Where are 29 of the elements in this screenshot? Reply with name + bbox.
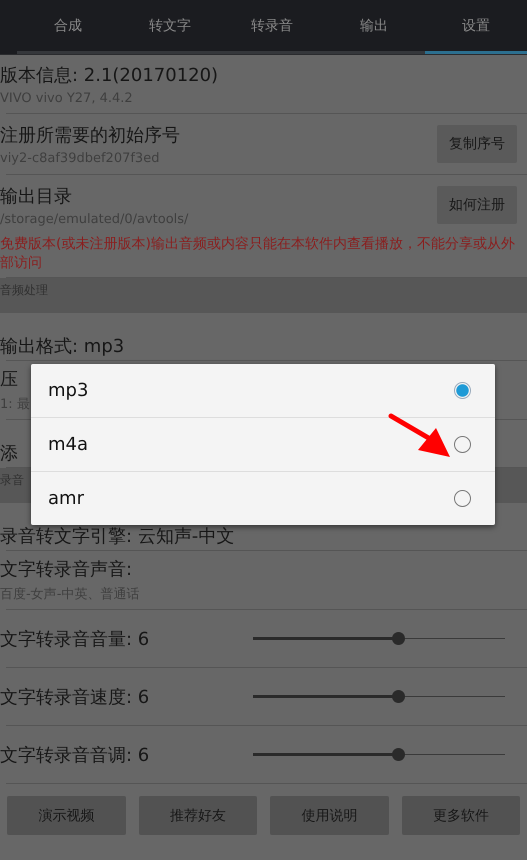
tab[interactable]: 合成: [17, 0, 119, 54]
slider-thumb[interactable]: [392, 690, 406, 703]
option-label: mp3: [48, 380, 88, 401]
setting-title: 压: [0, 368, 19, 391]
tab[interactable]: 转文字: [119, 0, 221, 54]
setting-title: 注册所需要的初始序号: [0, 124, 180, 146]
setting-title: 文字转录音音量: 6: [0, 628, 150, 650]
radio-button[interactable]: [454, 436, 471, 453]
setting-title: 版本信息: 2.1(20170120): [0, 64, 218, 86]
radio-button[interactable]: [454, 382, 471, 399]
warning-text: 免费版本(或未注册版本)输出音频或内容只能在本软件内查看播放，不能分享或从外部访问: [0, 235, 516, 273]
setting-title: 添: [0, 442, 18, 465]
option-label: m4a: [48, 434, 88, 455]
setting-title: 文字转录音音调: 6: [0, 744, 150, 766]
setting-title: 文字转录音速度: 6: [0, 686, 150, 708]
radio-button[interactable]: [454, 490, 471, 507]
setting-title: 文字转录音声音:: [0, 558, 134, 581]
tab[interactable]: 输出: [323, 0, 425, 54]
action-button[interactable]: 复制序号: [437, 125, 517, 163]
slider-thumb[interactable]: [392, 748, 406, 761]
setting-title: 输出格式: mp3: [0, 335, 124, 358]
format-option[interactable]: mp3: [31, 364, 495, 418]
tab[interactable]: 设置: [425, 0, 527, 54]
action-button[interactable]: 如何注册: [437, 186, 517, 224]
slider-thumb[interactable]: [392, 632, 406, 645]
tab[interactable]: 转录音: [221, 0, 323, 54]
setting-title: 输出目录: [0, 184, 73, 208]
arrow-icon: [388, 413, 452, 459]
setting-title: 录音转文字引擎: 云知声-中文: [0, 525, 234, 548]
